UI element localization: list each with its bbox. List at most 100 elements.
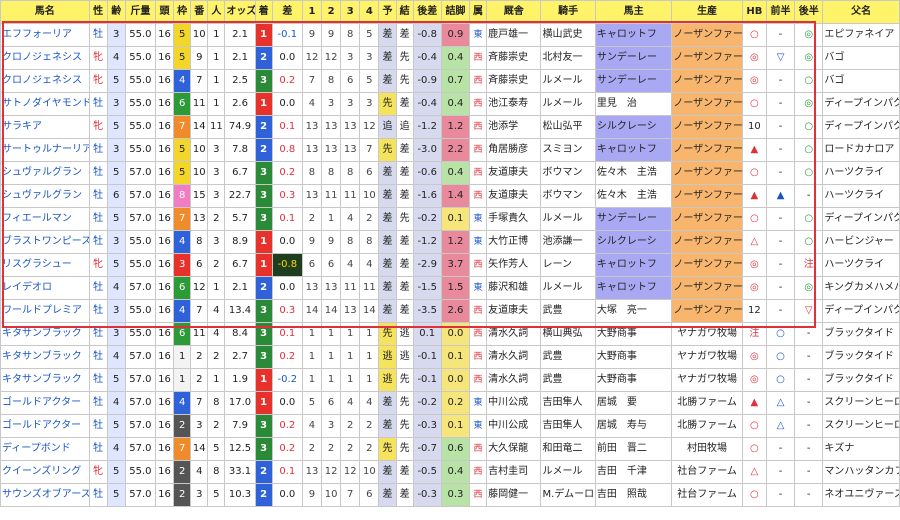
column-header[interactable]: 1 <box>301 0 323 24</box>
table-row[interactable]: ワールドプレミア牡 3 55.0 16 4 7 4 13.4 3 0.3 14 14 13 14 差差 -3.… <box>0 299 900 323</box>
odds-cell: 7.9 <box>224 414 256 438</box>
column-header[interactable]: 厩舎 <box>486 0 542 24</box>
pos1-cell: 14 <box>301 299 323 323</box>
horse-name-cell[interactable]: ブラストワンピース <box>0 230 90 254</box>
horse-name-cell[interactable]: エフフォーリア <box>0 23 90 47</box>
weight-cell: 55.0 <box>124 69 156 93</box>
number-cell: 7 <box>190 391 209 415</box>
table-row[interactable]: シュヴァルグラン牡 6 57.0 16 8 15 3 22.7 3 0.3 13 11 11 10 差差 -1… <box>0 184 900 208</box>
table-row[interactable]: ゴールドアクター牡 4 57.0 16 4 7 8 17.0 1 0.0 5 6 4 4 差先 -0.2 0.2… <box>0 391 900 415</box>
horse-name-cell[interactable]: リスグラシュー <box>0 253 90 277</box>
table-row[interactable]: ブラストワンピース牡 3 55.0 16 4 8 3 8.9 1 0.0 9 9 8 8 差差 -1.2 1.2… <box>0 230 900 254</box>
popularity-cell: 1 <box>207 46 226 70</box>
column-header[interactable]: 騎手 <box>540 0 596 24</box>
column-header[interactable]: 3 <box>340 0 361 24</box>
table-row[interactable]: サウンズオブアース牡 5 57.0 16 2 3 5 10.3 2 0.0 9 10 7 6 差差 -0.3 0… <box>0 483 900 507</box>
column-header[interactable]: オッズ <box>224 0 256 24</box>
column-header[interactable]: 属 <box>468 0 488 24</box>
column-header[interactable]: 後差 <box>412 0 442 24</box>
column-header[interactable]: 着 <box>254 0 273 24</box>
column-header[interactable]: 生産 <box>671 0 743 24</box>
table-row[interactable]: エフフォーリア牡 3 55.0 16 5 10 1 2.1 1 -0.1 9 9 8 5 差差 -0.8 0.9… <box>0 23 900 47</box>
horse-name-cell[interactable]: レイデオロ <box>0 276 90 300</box>
column-header[interactable]: 馬主 <box>594 0 673 24</box>
horse-name-cell[interactable]: ディープボンド <box>0 437 90 461</box>
column-header[interactable]: 人 <box>207 0 226 24</box>
column-header[interactable]: 予 <box>378 0 397 24</box>
column-header[interactable]: 齢 <box>106 0 126 24</box>
column-header[interactable]: 後半 <box>794 0 824 24</box>
column-header[interactable]: 性 <box>88 0 108 24</box>
finish-cell: 2 <box>254 115 273 139</box>
table-row[interactable]: クロノジェネシス牝 4 55.0 16 5 9 1 2.1 2 0.0 12 12 3 3 差先 -0.4 0.… <box>0 46 900 70</box>
column-header[interactable]: 頭 <box>154 0 175 24</box>
prediction-cell: 先 <box>378 322 397 346</box>
horse-name-cell[interactable]: サトノダイヤモンド <box>0 92 90 116</box>
prediction-cell: 差 <box>378 460 397 484</box>
table-row[interactable]: キタサンブラック牡 5 57.0 16 1 2 1 1.9 1 -0.2 1 1 1 1 逃先 -0.1 0.0… <box>0 368 900 392</box>
pos3-cell: 8 <box>340 161 361 185</box>
sex-cell: 牡 <box>88 368 108 392</box>
horse-name-cell[interactable]: キタサンブラック <box>0 368 90 392</box>
horse-name-cell[interactable]: クロノジェネシス <box>0 69 90 93</box>
column-header[interactable]: 4 <box>359 0 380 24</box>
breeder-cell: ノーザンファーム <box>671 184 743 208</box>
column-header[interactable]: 前半 <box>765 0 796 24</box>
hb-mark-cell: ▲ <box>741 391 767 415</box>
column-header[interactable]: 番 <box>190 0 209 24</box>
weight-cell: 57.0 <box>124 368 156 392</box>
table-row[interactable]: クイーンズリング牝 5 55.0 16 2 4 8 33.1 2 0.1 13 12 12 10 差差 -0.… <box>0 460 900 484</box>
table-row[interactable]: ディープボンド牡 4 57.0 16 7 14 5 12.5 3 0.2 2 2 2 2 先先 -0.7 0.6… <box>0 437 900 461</box>
horse-name-cell[interactable]: サラキア <box>0 115 90 139</box>
table-row[interactable]: シュヴァルグラン牡 5 57.0 16 5 10 3 6.7 3 0.2 8 8 8 6 差差 -0.6 0.4… <box>0 161 900 185</box>
horse-name-cell[interactable]: クイーンズリング <box>0 460 90 484</box>
column-header[interactable]: 2 <box>321 0 342 24</box>
table-row[interactable]: キタサンブラック牡 3 55.0 16 6 11 4 8.4 3 0.1 1 1 1 1 先逃 0.1 0.0 西… <box>0 322 900 346</box>
column-header[interactable]: 詰脚 <box>440 0 471 24</box>
column-header[interactable]: 斤量 <box>124 0 156 24</box>
late-diff-cell: -3.0 <box>412 138 442 162</box>
pos3-cell: 1 <box>340 322 361 346</box>
pos2-cell: 12 <box>321 46 342 70</box>
column-header[interactable]: 枠 <box>173 0 192 24</box>
field-size-cell: 16 <box>154 184 175 208</box>
owner-cell: 吉田 千津 <box>594 460 673 484</box>
horse-name-cell[interactable]: サウンズオブアース <box>0 483 90 507</box>
popularity-cell: 1 <box>207 69 226 93</box>
stable-cell: 斉藤崇史 <box>486 69 542 93</box>
horse-name-cell[interactable]: クロノジェネシス <box>0 46 90 70</box>
horse-name-cell[interactable]: キタサンブラック <box>0 322 90 346</box>
table-row[interactable]: サトノダイヤモンド牡 3 55.0 16 6 11 1 2.6 1 0.0 4 3 3 3 先差 -0.4 0.… <box>0 92 900 116</box>
horse-name-cell[interactable]: ゴールドアクター <box>0 414 90 438</box>
table-row[interactable]: ゴールドアクター牡 5 57.0 16 2 3 2 7.9 3 0.2 4 3 2 2 差先 -0.3 0.1 東… <box>0 414 900 438</box>
table-row[interactable]: レイデオロ牡 4 57.0 16 6 12 1 2.1 2 0.0 13 13 11 11 差差 -1.5 1.… <box>0 276 900 300</box>
table-row[interactable]: サラキア牝 5 55.0 16 7 14 11 74.9 2 0.1 13 13 13 12 追追 -1.2 1… <box>0 115 900 139</box>
gate-cell: 6 <box>173 92 192 116</box>
column-header[interactable]: 馬名 <box>0 0 90 24</box>
gate-cell: 4 <box>173 69 192 93</box>
first-half-cell: - <box>765 230 796 254</box>
table-row[interactable]: クロノジェネシス牝 5 55.0 16 4 7 1 2.5 3 0.2 7 8 6 5 差先 -0.9 0.7 西… <box>0 69 900 93</box>
table-row[interactable]: リスグラシュー牝 5 55.0 16 3 6 2 6.7 1 -0.8 6 6 4 4 差差 -2.9 3.7 西… <box>0 253 900 277</box>
column-header[interactable]: 差 <box>271 0 303 24</box>
odds-cell: 6.7 <box>224 253 256 277</box>
horse-name-cell[interactable]: シュヴァルグラン <box>0 184 90 208</box>
late-diff-cell: -0.8 <box>412 23 442 47</box>
table-row[interactable]: キタサンブラック牡 4 57.0 16 1 2 2 2.7 3 0.2 1 1 1 1 逃逃 -0.1 0.1 西… <box>0 345 900 369</box>
odds-cell: 74.9 <box>224 115 256 139</box>
column-header[interactable]: HB <box>741 0 767 24</box>
horse-name-cell[interactable]: シュヴァルグラン <box>0 161 90 185</box>
horse-name-cell[interactable]: サートゥルナーリア <box>0 138 90 162</box>
owner-cell: 大野商事 <box>594 322 673 346</box>
horse-name-cell[interactable]: ワールドプレミア <box>0 299 90 323</box>
table-row[interactable]: フィエールマン牡 5 57.0 16 7 13 2 5.7 3 0.1 2 1 4 2 差先 -0.2 0.1 東… <box>0 207 900 231</box>
margin-cell: 0.3 <box>271 299 303 323</box>
column-header[interactable]: 結 <box>395 0 414 24</box>
column-header[interactable]: 父名 <box>822 0 900 24</box>
table-row[interactable]: サートゥルナーリア牡 3 55.0 16 5 10 3 7.8 2 0.8 13 13 13 7 先差 -3.… <box>0 138 900 162</box>
horse-name-cell[interactable]: フィエールマン <box>0 207 90 231</box>
weight-cell: 55.0 <box>124 23 156 47</box>
first-half-cell: - <box>765 23 796 47</box>
horse-name-cell[interactable]: キタサンブラック <box>0 345 90 369</box>
horse-name-cell[interactable]: ゴールドアクター <box>0 391 90 415</box>
